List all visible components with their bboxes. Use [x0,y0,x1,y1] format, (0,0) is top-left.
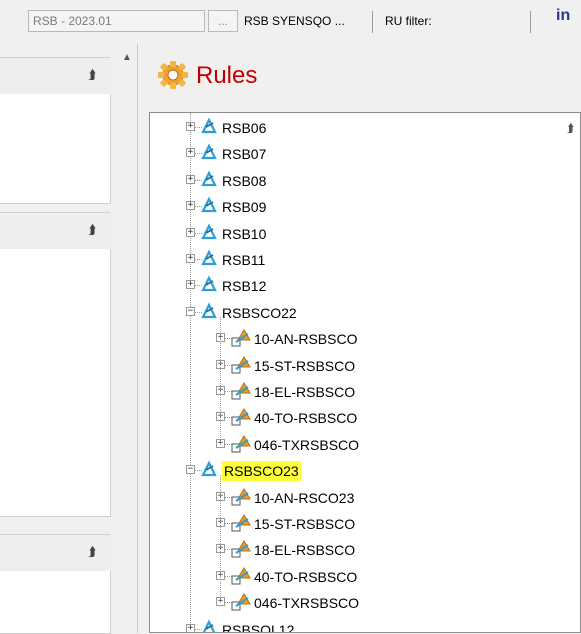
subrule-icon [230,328,252,351]
chevron-up-icon[interactable]: ⮭ [88,544,96,560]
panel-divider[interactable] [137,44,138,633]
rule-icon [200,460,218,481]
tree-node-label[interactable]: 046-TXRSBSCO [254,595,359,611]
expand-toggle[interactable]: + [186,227,195,237]
subrule-icon [230,407,252,430]
tree-node-label[interactable]: RSBSCO22 [222,305,297,321]
rule-icon [200,117,218,138]
tree-node-label[interactable]: RSB12 [222,278,266,294]
scroll-up-icon[interactable]: ⮭ [567,121,574,136]
tree-node-label[interactable]: 15-ST-RSBSCO [254,516,355,532]
rule-icon [200,170,218,191]
collapse-toggle[interactable]: − [186,306,195,316]
tree-node-label[interactable]: 10-AN-RSCO23 [254,490,354,506]
tree-node-label[interactable]: RSB11 [222,252,265,268]
left-panel-1-body [0,94,111,204]
subrule-icon [230,355,252,378]
entity-selector[interactable]: RSB SYENSQO ... [244,10,345,32]
tree-node-label[interactable]: 046-TXRSBSCO [254,437,359,453]
rule-icon [200,275,218,296]
expand-toggle[interactable]: + [186,280,195,290]
left-panel-3-header[interactable]: ⮭ [0,534,110,572]
tree-node-label[interactable]: 15-ST-RSBSCO [254,358,355,374]
chevron-up-icon[interactable]: ⮭ [88,67,96,83]
tree-node-label[interactable]: RSB08 [222,173,266,189]
scroll-up-icon[interactable]: ▲ [122,52,132,63]
tree-connector [190,113,191,632]
left-panel-1-header[interactable]: ⮭ [0,57,110,95]
subrule-icon [230,513,252,536]
tree-node-label[interactable]: RSB06 [222,120,266,136]
rules-tree: ⮭ + RSB06 + RSB07 + RSB08 + RSB09 + RSB10 + RSB11 + R… [149,112,581,633]
rule-icon [200,249,218,270]
top-toolbar: RSB - 2023.01 ... RSB SYENSQO ... RU fil… [0,0,581,44]
rule-icon [200,223,218,244]
collapse-toggle[interactable]: − [186,465,195,475]
rule-icon [200,619,218,632]
toolbar-separator [530,11,531,33]
rules-header: Rules [140,48,581,106]
rule-icon [200,196,218,217]
rule-icon [200,302,218,323]
expand-toggle[interactable]: + [186,623,195,632]
toolbar-separator [372,11,373,33]
subrule-icon [230,566,252,589]
subrule-icon [230,434,252,457]
tree-connector [220,316,221,444]
expand-toggle[interactable]: + [186,174,195,184]
chevron-up-icon[interactable]: ⮭ [88,222,96,238]
tree-node-label[interactable]: RSB09 [222,199,266,215]
tree-node-label[interactable]: 40-TO-RSBSCO [254,410,357,426]
rule-icon [200,143,218,164]
left-panel-2-header[interactable]: ⮭ [0,212,110,250]
gear-icon [158,61,188,89]
expand-toggle[interactable]: + [186,201,195,211]
left-panel-3-body [0,571,111,634]
tree-node-label[interactable]: 10-AN-RSBSCO [254,331,357,347]
browse-button[interactable]: ... [208,10,238,32]
expand-toggle[interactable]: + [186,148,195,158]
left-panel-2-body [0,249,111,517]
subrule-icon [230,539,252,562]
tree-node-label[interactable]: RSB07 [222,146,266,162]
tree-connector [220,475,221,603]
period-field[interactable]: RSB - 2023.01 [28,10,205,32]
page-title: Rules [196,62,258,89]
tree-node-label[interactable]: RSBSOL12 [222,622,294,632]
ru-filter-label: RU filter: [385,14,432,28]
tree-node-label[interactable]: 18-EL-RSBSCO [254,542,355,558]
tree-node-label[interactable]: 18-EL-RSBSCO [254,384,355,400]
expand-toggle[interactable]: + [186,122,195,131]
toolbar-right-text[interactable]: in [556,7,570,25]
left-scrollbar[interactable]: ▲ [119,44,135,633]
expand-toggle[interactable]: + [186,254,195,263]
subrule-icon [230,381,252,404]
tree-node-label[interactable]: 40-TO-RSBSCO [254,569,357,585]
subrule-icon [230,592,252,615]
subrule-icon [230,487,252,510]
tree-node-label[interactable]: RSBSCO23 [222,461,301,482]
ru-filter-input[interactable] [459,10,525,32]
tree-node-label[interactable]: RSB10 [222,226,266,242]
